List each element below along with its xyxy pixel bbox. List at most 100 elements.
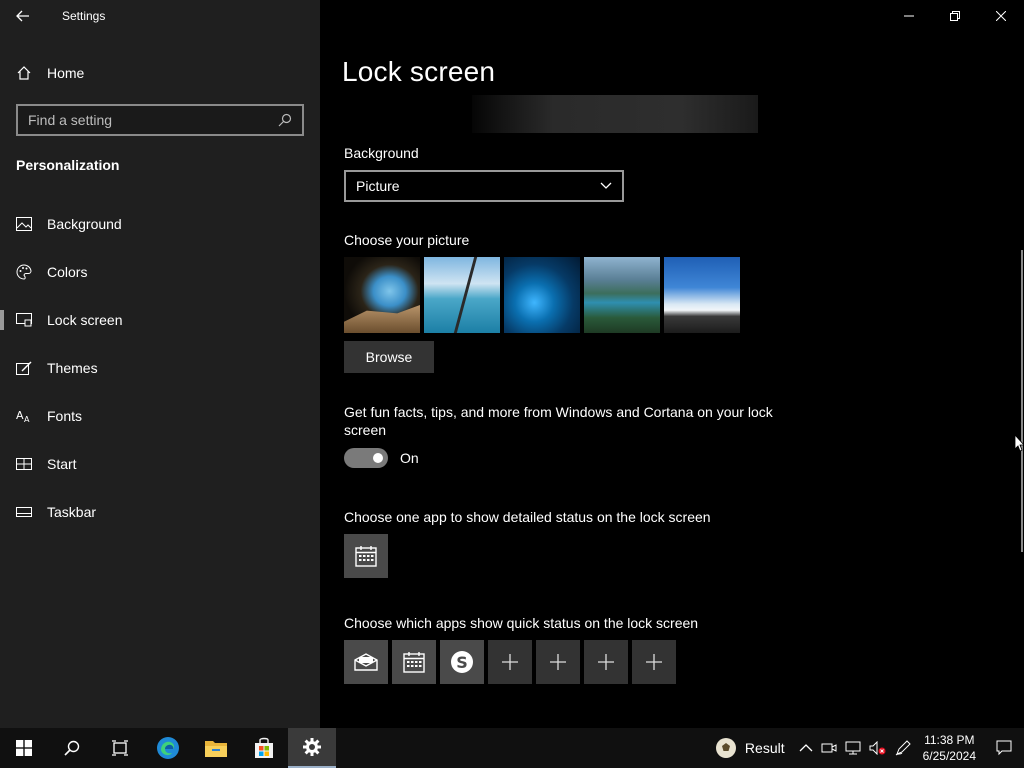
sidebar-item-label: Lock screen: [47, 312, 123, 328]
detailed-status-label: Choose one app to show detailed status o…: [344, 509, 711, 525]
picture-thumbnail[interactable]: [504, 257, 580, 333]
background-dropdown-value: Picture: [356, 178, 400, 194]
quick-status-calendar-button[interactable]: [392, 640, 436, 684]
quick-status-add-button[interactable]: [488, 640, 532, 684]
edge-button[interactable]: [144, 728, 192, 768]
mouse-cursor-icon: [1014, 434, 1024, 452]
clock-time: 11:38 PM: [924, 733, 975, 747]
volume-muted-icon: [869, 741, 886, 755]
lock-screen-preview: [472, 95, 758, 133]
back-arrow-icon: [16, 10, 29, 22]
search-icon: [64, 740, 80, 756]
quick-status-skype-button[interactable]: S: [440, 640, 484, 684]
fun-facts-toggle[interactable]: [344, 448, 388, 468]
edge-icon: [157, 737, 179, 759]
windows-start-icon: [16, 740, 32, 756]
back-button[interactable]: [0, 0, 46, 32]
sidebar-item-label: Background: [47, 216, 122, 232]
volume-button[interactable]: [865, 728, 891, 768]
sidebar-item-fonts[interactable]: AA Fonts: [0, 392, 320, 440]
choose-picture-label: Choose your picture: [344, 232, 470, 248]
start-button[interactable]: [0, 728, 48, 768]
close-icon: [996, 11, 1006, 21]
quick-status-apps: S: [344, 640, 676, 684]
result-widget[interactable]: Result: [711, 728, 795, 768]
taskbar-search-button[interactable]: [48, 728, 96, 768]
minimize-icon: [904, 15, 914, 17]
file-explorer-button[interactable]: [192, 728, 240, 768]
scrollbar[interactable]: [1021, 250, 1023, 552]
sidebar-item-colors[interactable]: Colors: [0, 248, 320, 296]
chevron-down-icon: [600, 182, 612, 189]
calendar-icon: [355, 546, 377, 567]
themes-icon: [16, 360, 32, 376]
picture-thumbnails: [344, 257, 740, 333]
quick-status-add-button[interactable]: [584, 640, 628, 684]
network-icon: [845, 741, 861, 755]
show-hidden-icons-button[interactable]: [795, 728, 817, 768]
restore-icon: [950, 11, 960, 21]
plus-icon: [502, 654, 518, 670]
action-center-button[interactable]: [984, 728, 1024, 768]
search-input[interactable]: Find a setting: [16, 104, 304, 136]
quick-status-add-button[interactable]: [536, 640, 580, 684]
notification-icon: [996, 740, 1012, 756]
picture-thumbnail[interactable]: [424, 257, 500, 333]
plus-icon: [646, 654, 662, 670]
minimize-button[interactable]: [886, 0, 932, 32]
clock[interactable]: 11:38 PM 6/25/2024: [915, 728, 984, 768]
picture-thumbnail[interactable]: [664, 257, 740, 333]
svg-text:S: S: [456, 653, 468, 672]
fonts-icon: AA: [16, 408, 32, 424]
section-title: Personalization: [16, 157, 120, 173]
close-button[interactable]: [978, 0, 1024, 32]
pen-workspace-button[interactable]: [891, 728, 915, 768]
camera-icon: [821, 743, 837, 753]
sidebar-item-lock-screen[interactable]: Lock screen: [0, 296, 320, 344]
sidebar-item-label: Taskbar: [47, 504, 97, 520]
quick-status-add-button[interactable]: [632, 640, 676, 684]
toggle-state-label: On: [400, 450, 419, 466]
store-button[interactable]: [240, 728, 288, 768]
home-link[interactable]: Home: [16, 60, 84, 86]
picture-thumbnail[interactable]: [584, 257, 660, 333]
fun-facts-toggle-row: On: [344, 448, 419, 468]
file-explorer-icon: [205, 741, 227, 757]
task-view-button[interactable]: [96, 728, 144, 768]
background-dropdown[interactable]: Picture: [344, 170, 624, 202]
app-title: Settings: [62, 9, 106, 23]
quick-status-mail-button[interactable]: [344, 640, 388, 684]
mail-icon: [354, 653, 378, 671]
settings-icon: [303, 738, 321, 756]
result-label: Result: [744, 740, 785, 756]
sidebar-item-taskbar[interactable]: Taskbar: [0, 488, 320, 536]
plus-icon: [598, 654, 614, 670]
window-controls: [886, 0, 1024, 32]
clock-date: 6/25/2024: [922, 749, 976, 763]
palette-icon: [16, 264, 32, 280]
lock-screen-icon: [16, 312, 32, 328]
meet-now-button[interactable]: [817, 728, 841, 768]
sidebar-item-themes[interactable]: Themes: [0, 344, 320, 392]
restore-button[interactable]: [932, 0, 978, 32]
soccer-ball-icon: [715, 738, 736, 758]
home-icon: [17, 66, 31, 80]
picture-thumbnail[interactable]: [344, 257, 420, 333]
search-icon: [278, 113, 292, 127]
taskbar-icon: [16, 504, 32, 520]
fun-facts-label: Get fun facts, tips, and more from Windo…: [344, 404, 773, 438]
main-content: Lock screen Background Picture Choose yo…: [320, 0, 1024, 728]
search-placeholder: Find a setting: [28, 112, 113, 128]
home-label: Home: [47, 65, 85, 81]
nav-list: Background Colors Lock screen Themes AA …: [0, 200, 320, 536]
taskbar: Result 11:38 PM 6/25/2024: [0, 728, 1024, 768]
network-button[interactable]: [841, 728, 865, 768]
browse-button[interactable]: Browse: [344, 341, 434, 373]
settings-taskbar-button[interactable]: [288, 728, 336, 768]
calendar-icon: [403, 652, 425, 673]
sidebar-item-background[interactable]: Background: [0, 200, 320, 248]
sidebar-item-label: Fonts: [47, 408, 83, 424]
sidebar-item-label: Start: [47, 456, 77, 472]
sidebar-item-start[interactable]: Start: [0, 440, 320, 488]
detailed-status-app-button[interactable]: [344, 534, 388, 578]
